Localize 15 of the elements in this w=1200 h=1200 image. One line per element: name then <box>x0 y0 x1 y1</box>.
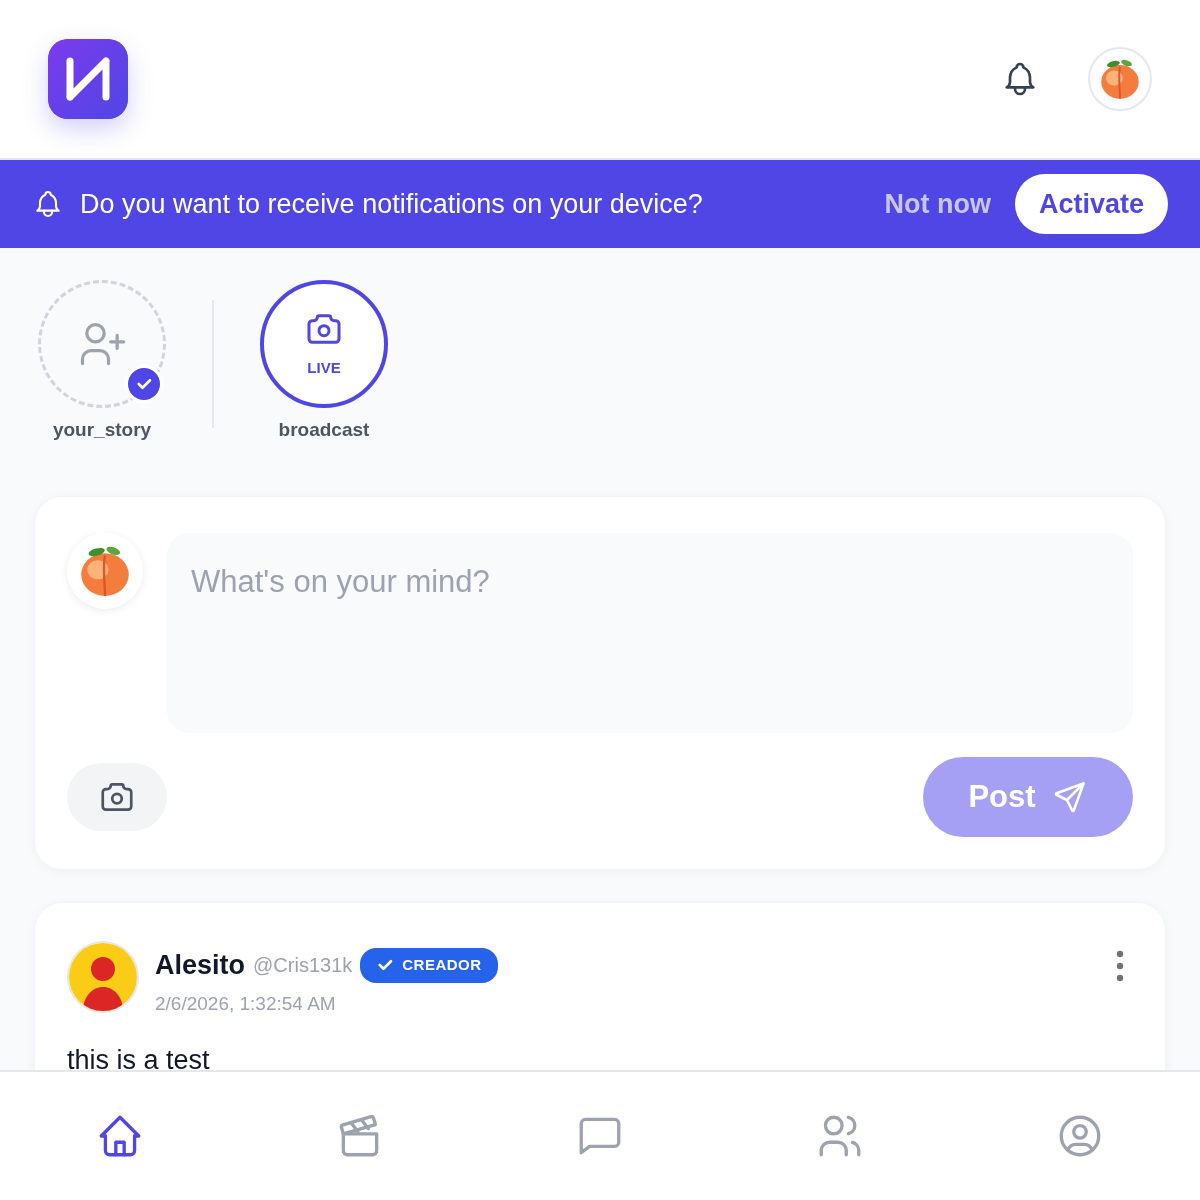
post-text: this is a test <box>67 1044 211 1077</box>
more-icon <box>1115 949 1125 983</box>
activate-button[interactable]: Activate <box>1014 173 1168 235</box>
live-button[interactable]: LIVE <box>260 280 388 408</box>
story-label: your_story <box>52 418 152 442</box>
add-story-button[interactable] <box>38 280 166 408</box>
story-label: broadcast <box>278 418 370 442</box>
post-time: 2/6/2026, 1:32:54 AM <box>155 991 337 1016</box>
author-handle: @Cris131k <box>253 953 353 979</box>
notification-message: Do you want to receive notifications on your device? <box>80 187 703 221</box>
not-now-button[interactable]: Not now <box>884 183 991 225</box>
author-name[interactable]: Alesito <box>155 945 246 986</box>
app-logo[interactable] <box>48 39 128 119</box>
creator-badge: CREADOR <box>360 948 498 983</box>
user-avatar[interactable] <box>69 943 137 1011</box>
